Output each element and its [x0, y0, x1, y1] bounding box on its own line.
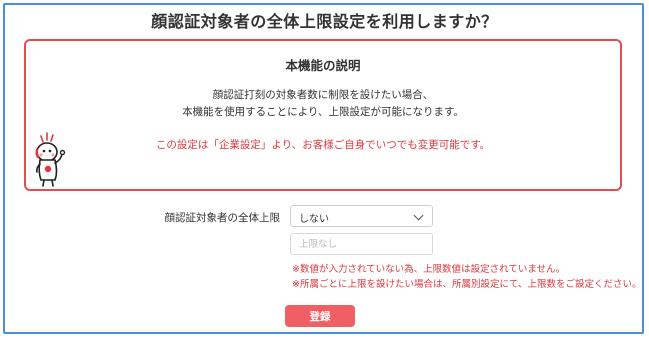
info-note: この設定は「企業設定」より、お客様ご自身でいつでも変更可能です。	[155, 139, 491, 151]
limit-setting-select[interactable]: しない	[290, 205, 433, 227]
warning-no-value: ※数値が入力されていない為、上限数値は設定されていません。	[292, 264, 566, 275]
register-button[interactable]: 登録	[285, 305, 355, 327]
info-description-line-1: 顔認証打刻の対象者数に制限を設けたい場合、	[212, 89, 434, 101]
info-box: 本機能の説明 顔認証打刻の対象者数に制限を設けたい場合、 本機能を使用することに…	[24, 39, 622, 191]
limit-setting-label: 顔認証対象者の全体上限	[164, 212, 281, 224]
warning-messages: ※数値が入力されていない為、上限数値は設定されていません。 ※所属ごとに上限を設…	[292, 262, 642, 292]
mascot-character-icon	[25, 130, 75, 190]
info-heading: 本機能の説明	[285, 58, 361, 73]
info-description: 顔認証打刻の対象者数に制限を設けたい場合、 本機能を使用することにより、上限設定…	[26, 87, 620, 121]
warning-department-setting: ※所属ごとに上限を設けたい場合は、所属別設定にて、上限数をご設定ください。	[292, 279, 642, 290]
limit-count-input[interactable]	[290, 233, 433, 255]
dialog-title: 顔認証対象者の全体上限設定を利用しますか？	[151, 12, 498, 31]
info-description-line-2: 本機能を使用することにより、上限設定が可能になります。	[182, 106, 464, 118]
chevron-down-icon	[413, 210, 424, 221]
limit-setting-select-value: しない	[299, 214, 329, 225]
